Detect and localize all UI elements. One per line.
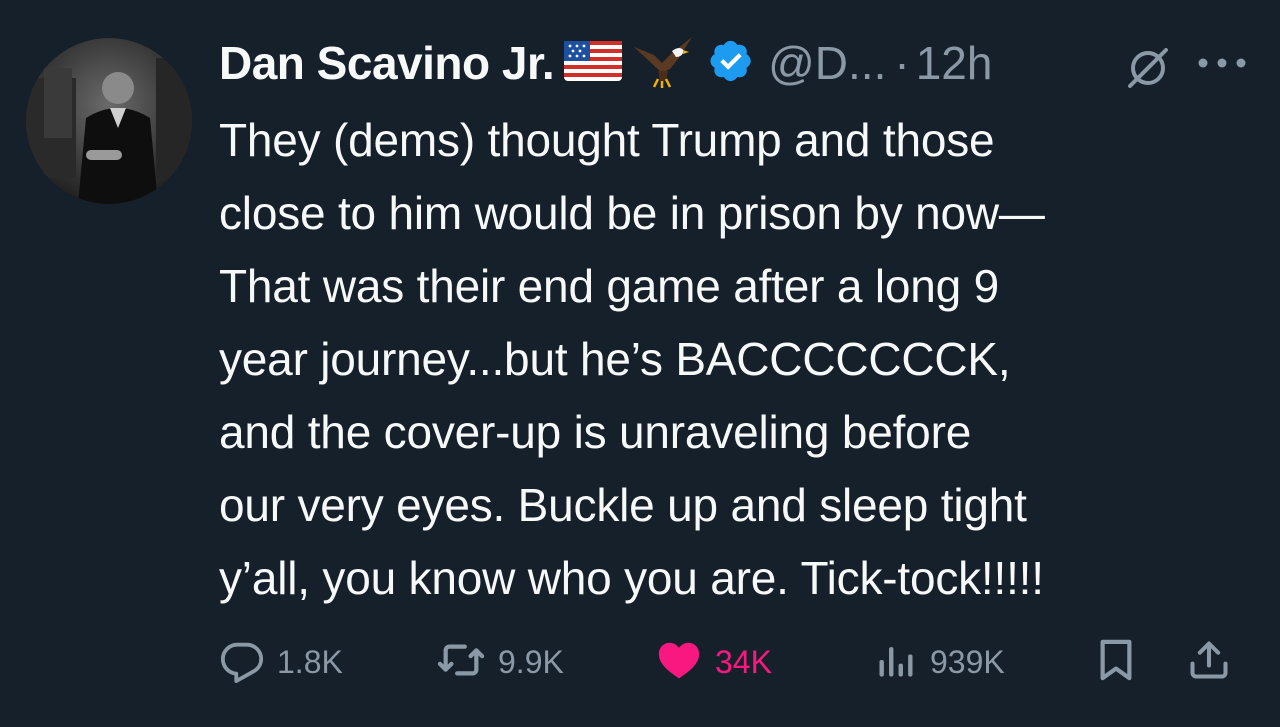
share-icon bbox=[1187, 637, 1231, 688]
action-bar: 1.8K 9.9K 34K 939K bbox=[219, 632, 1254, 692]
tweet-text: They (dems) thought Trump and those clos… bbox=[219, 114, 1045, 604]
reply-count: 1.8K bbox=[277, 643, 343, 680]
repost-button[interactable]: 9.9K bbox=[436, 632, 564, 692]
bookmark-icon bbox=[1095, 637, 1137, 688]
display-name[interactable]: Dan Scavino Jr. bbox=[219, 36, 555, 90]
reply-button[interactable]: 1.8K bbox=[219, 632, 343, 692]
author-handle[interactable]: @D... bbox=[768, 36, 886, 90]
like-count: 34K bbox=[715, 643, 772, 680]
reply-icon bbox=[219, 637, 265, 688]
tweet-header: Dan Scavino Jr. @D... · 12h bbox=[219, 32, 1259, 94]
repost-count: 9.9K bbox=[498, 643, 564, 680]
eagle-icon bbox=[632, 33, 694, 94]
separator: · bbox=[894, 37, 910, 89]
grok-icon[interactable] bbox=[1126, 46, 1170, 95]
heart-icon bbox=[655, 637, 703, 688]
flag-us-icon bbox=[564, 40, 623, 86]
share-button[interactable] bbox=[1187, 632, 1231, 692]
verified-badge-icon[interactable] bbox=[708, 38, 754, 89]
views-chart-icon bbox=[874, 637, 918, 688]
bookmark-button[interactable] bbox=[1095, 632, 1137, 692]
views-count: 939K bbox=[930, 643, 1005, 680]
like-button[interactable]: 34K bbox=[655, 632, 772, 692]
repost-icon bbox=[436, 637, 486, 688]
tweet[interactable]: Dan Scavino Jr. @D... · 12h They (dems) … bbox=[0, 0, 1280, 727]
more-options-icon[interactable] bbox=[1196, 56, 1248, 75]
views-button[interactable]: 939K bbox=[874, 632, 1005, 692]
timestamp[interactable]: 12h bbox=[916, 36, 993, 90]
avatar[interactable] bbox=[26, 38, 192, 204]
